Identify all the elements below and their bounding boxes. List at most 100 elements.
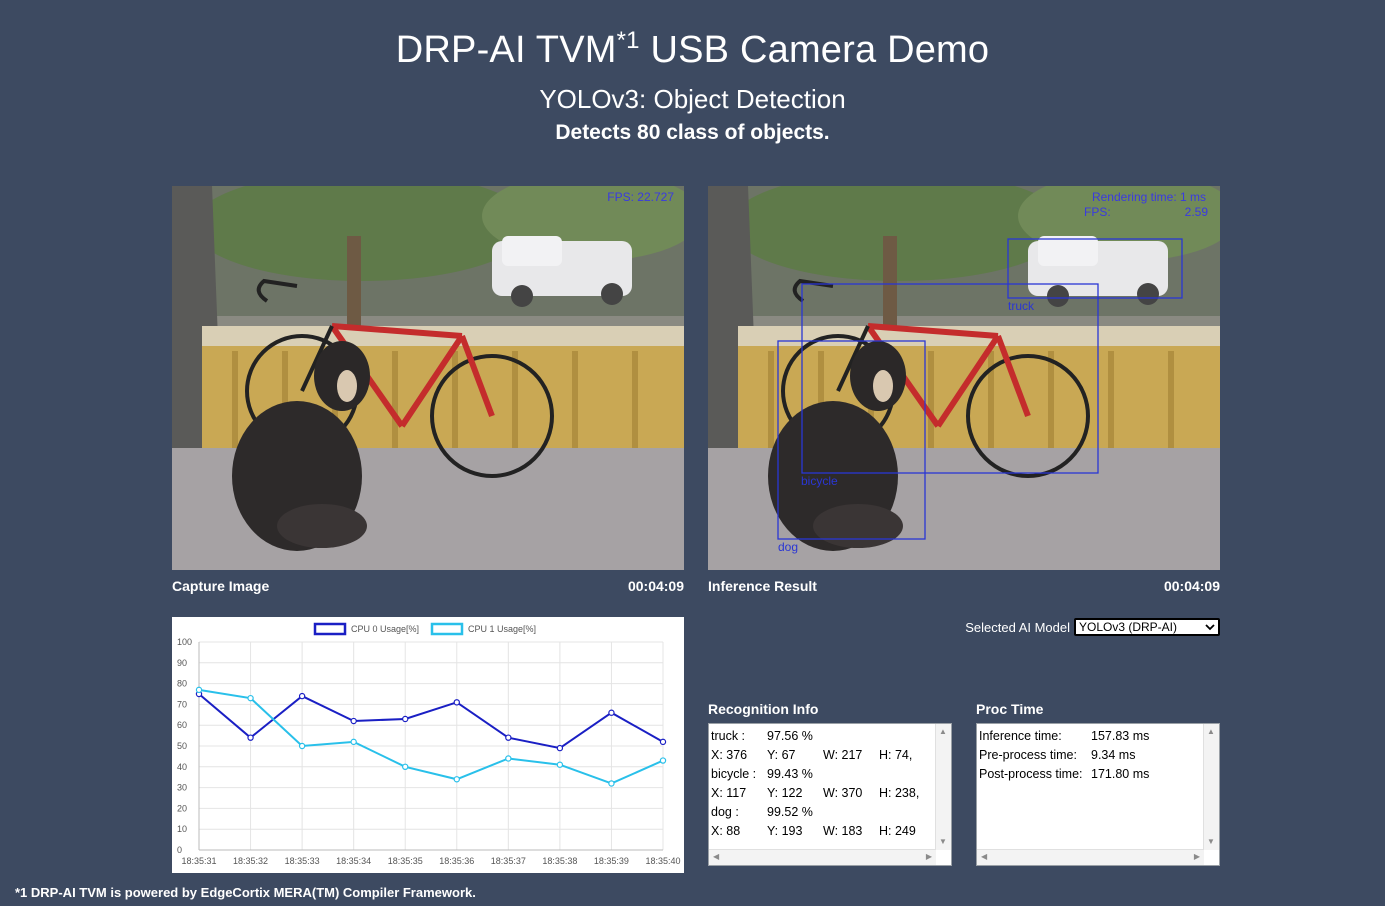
- y-tick-label: 60: [177, 720, 187, 730]
- y-tick-label: 0: [177, 845, 182, 855]
- title-main: DRP-AI TVM: [395, 29, 617, 71]
- recognition-cell: 99.43 %: [767, 767, 813, 781]
- recognition-cell: Y: 122: [767, 786, 803, 800]
- recognition-line: truck : 97.56 %: [711, 727, 935, 746]
- recognition-vertical-scrollbar[interactable]: ▲ ▼: [935, 724, 951, 850]
- legend-swatch: [430, 622, 464, 636]
- legend-label: CPU 1 Usage[%]: [468, 624, 536, 634]
- recognition-info-content: truck : 97.56 % X: 376 Y: 67 W: 217 H: 74, bic…: [711, 727, 935, 841]
- proc-label: Post-process time:: [979, 767, 1083, 781]
- proc-label: Inference time:: [979, 729, 1062, 743]
- data-point: [556, 744, 564, 752]
- proc-value: 171.80 ms: [1091, 767, 1150, 781]
- x-tick-label: 18:35:31: [181, 856, 216, 866]
- data-point: [453, 699, 460, 706]
- data-point: [247, 734, 254, 741]
- inference-fps-value: 2.59: [1184, 205, 1208, 219]
- cpu-usage-chart: 0 10 20 30 40 50 60 70 80 90 100 18:35:31 18:35:32 18…: [172, 617, 684, 873]
- y-tick-label: 70: [177, 699, 187, 709]
- scroll-down-icon: ▼: [1207, 837, 1215, 846]
- data-point: [659, 738, 667, 746]
- legend-label: CPU 0 Usage[%]: [351, 624, 419, 634]
- model-selection: Selected AI Model YOLOv3 (DRP-AI): [900, 617, 1220, 637]
- scroll-up-icon: ▲: [1207, 727, 1215, 736]
- recognition-cell: X: 117: [711, 786, 747, 800]
- inference-fps-label: FPS:: [1084, 205, 1111, 219]
- proc-line: Pre-process time: 9.34 ms: [979, 746, 1203, 765]
- series-line-cpu1: [198, 688, 664, 785]
- x-tick-label: 18:35:40: [645, 856, 680, 866]
- recognition-cell: dog :: [711, 805, 739, 819]
- proc-vertical-scrollbar[interactable]: ▲ ▼: [1203, 724, 1219, 850]
- recognition-cell: Y: 193: [767, 824, 803, 838]
- y-tick-label: 10: [177, 824, 187, 834]
- detection-label-bicycle: bicycle: [801, 474, 838, 488]
- capture-fps: FPS: 22.727: [607, 190, 674, 204]
- data-point: [608, 780, 615, 787]
- y-tick-label: 100: [177, 637, 192, 647]
- capture-image-time: 00:04:09: [627, 578, 684, 594]
- page-subtitle: YOLOv3: Object Detection: [539, 84, 846, 114]
- recognition-line: bicycle : 99.43 %: [711, 765, 935, 784]
- recognition-cell: W: 183: [823, 824, 863, 838]
- model-select[interactable]: YOLOv3 (DRP-AI): [1074, 618, 1220, 636]
- proc-label: Pre-process time:: [979, 748, 1077, 762]
- capture-image: FPS: 22.727: [172, 186, 684, 570]
- proc-value: 9.34 ms: [1091, 748, 1136, 762]
- data-point: [556, 761, 564, 768]
- recognition-cell: Y: 67: [767, 748, 796, 762]
- y-tick-label: 40: [177, 762, 187, 772]
- proc-time-content: Inference time: 157.83 ms Pre-process time…: [979, 727, 1203, 784]
- recognition-cell: 99.52 %: [767, 805, 813, 819]
- rendering-time: Rendering time: 1 ms: [1091, 190, 1206, 204]
- recognition-cell: H: 238,: [879, 786, 920, 800]
- data-point: [505, 734, 512, 741]
- detection-label-dog: dog: [778, 540, 799, 554]
- scroll-left-icon: ◀: [981, 852, 988, 861]
- x-tick-label: 18:35:38: [542, 856, 577, 866]
- scroll-up-icon: ▲: [939, 727, 947, 736]
- recognition-cell: 97.56 %: [767, 729, 813, 743]
- proc-line: Inference time: 157.83 ms: [979, 727, 1203, 746]
- capture-scene: [172, 186, 684, 570]
- inference-scene: [708, 186, 1220, 570]
- x-tick-label: 18:35:34: [336, 856, 371, 866]
- recognition-horizontal-scrollbar[interactable]: ◀ ▶: [709, 849, 936, 865]
- x-tick-label: 18:35:36: [439, 856, 474, 866]
- inference-image: truck bicycle dog Rendering time: 1 ms F…: [708, 186, 1220, 570]
- inference-result-time: 00:04:09: [1163, 578, 1220, 594]
- data-point: [195, 686, 203, 694]
- legend-swatch: [313, 622, 347, 636]
- series-line-cpu0: [198, 693, 664, 750]
- data-point: [453, 776, 460, 783]
- page-title: DRP-AI TVM*1 USB Camera Demo: [0, 24, 1385, 76]
- page-description: Detects 80 class of objects.: [555, 121, 830, 144]
- chevron-down-icon: [1205, 620, 1215, 634]
- scroll-down-icon: ▼: [939, 837, 947, 846]
- x-tick-label: 18:35:37: [491, 856, 526, 866]
- x-tick-label: 18:35:32: [233, 856, 268, 866]
- x-tick-label: 18:35:39: [594, 856, 629, 866]
- recognition-line: X: 117 Y: 122 W: 370 H: 238,: [711, 784, 935, 803]
- data-point: [350, 717, 357, 725]
- proc-value: 157.83 ms: [1091, 729, 1150, 743]
- recognition-info-panel[interactable]: truck : 97.56 % X: 376 Y: 67 W: 217 H: 74, bic…: [708, 723, 952, 866]
- scroll-right-icon: ▶: [1193, 852, 1200, 861]
- proc-horizontal-scrollbar[interactable]: ◀ ▶: [977, 849, 1204, 865]
- recognition-cell: X: 88: [711, 824, 741, 838]
- footer-note: *1 DRP-AI TVM is powered by EdgeCortix M…: [15, 885, 476, 900]
- y-tick-label: 50: [177, 741, 187, 751]
- data-point: [659, 757, 667, 764]
- proc-time-panel[interactable]: Inference time: 157.83 ms Pre-process time…: [976, 723, 1220, 866]
- scroll-right-icon: ▶: [925, 852, 932, 861]
- data-point: [402, 715, 409, 723]
- title-rest: USB Camera Demo: [650, 29, 990, 71]
- recognition-line: X: 88 Y: 193 W: 183 H: 249: [711, 822, 935, 841]
- recognition-cell: truck :: [711, 729, 746, 743]
- recognition-cell: bicycle :: [711, 767, 757, 781]
- scroll-left-icon: ◀: [713, 852, 720, 861]
- model-select-label: Selected AI Model: [965, 619, 1070, 635]
- detection-label-truck: truck: [1008, 299, 1035, 313]
- y-tick-label: 30: [177, 783, 187, 793]
- recognition-cell: X: 376: [711, 748, 748, 762]
